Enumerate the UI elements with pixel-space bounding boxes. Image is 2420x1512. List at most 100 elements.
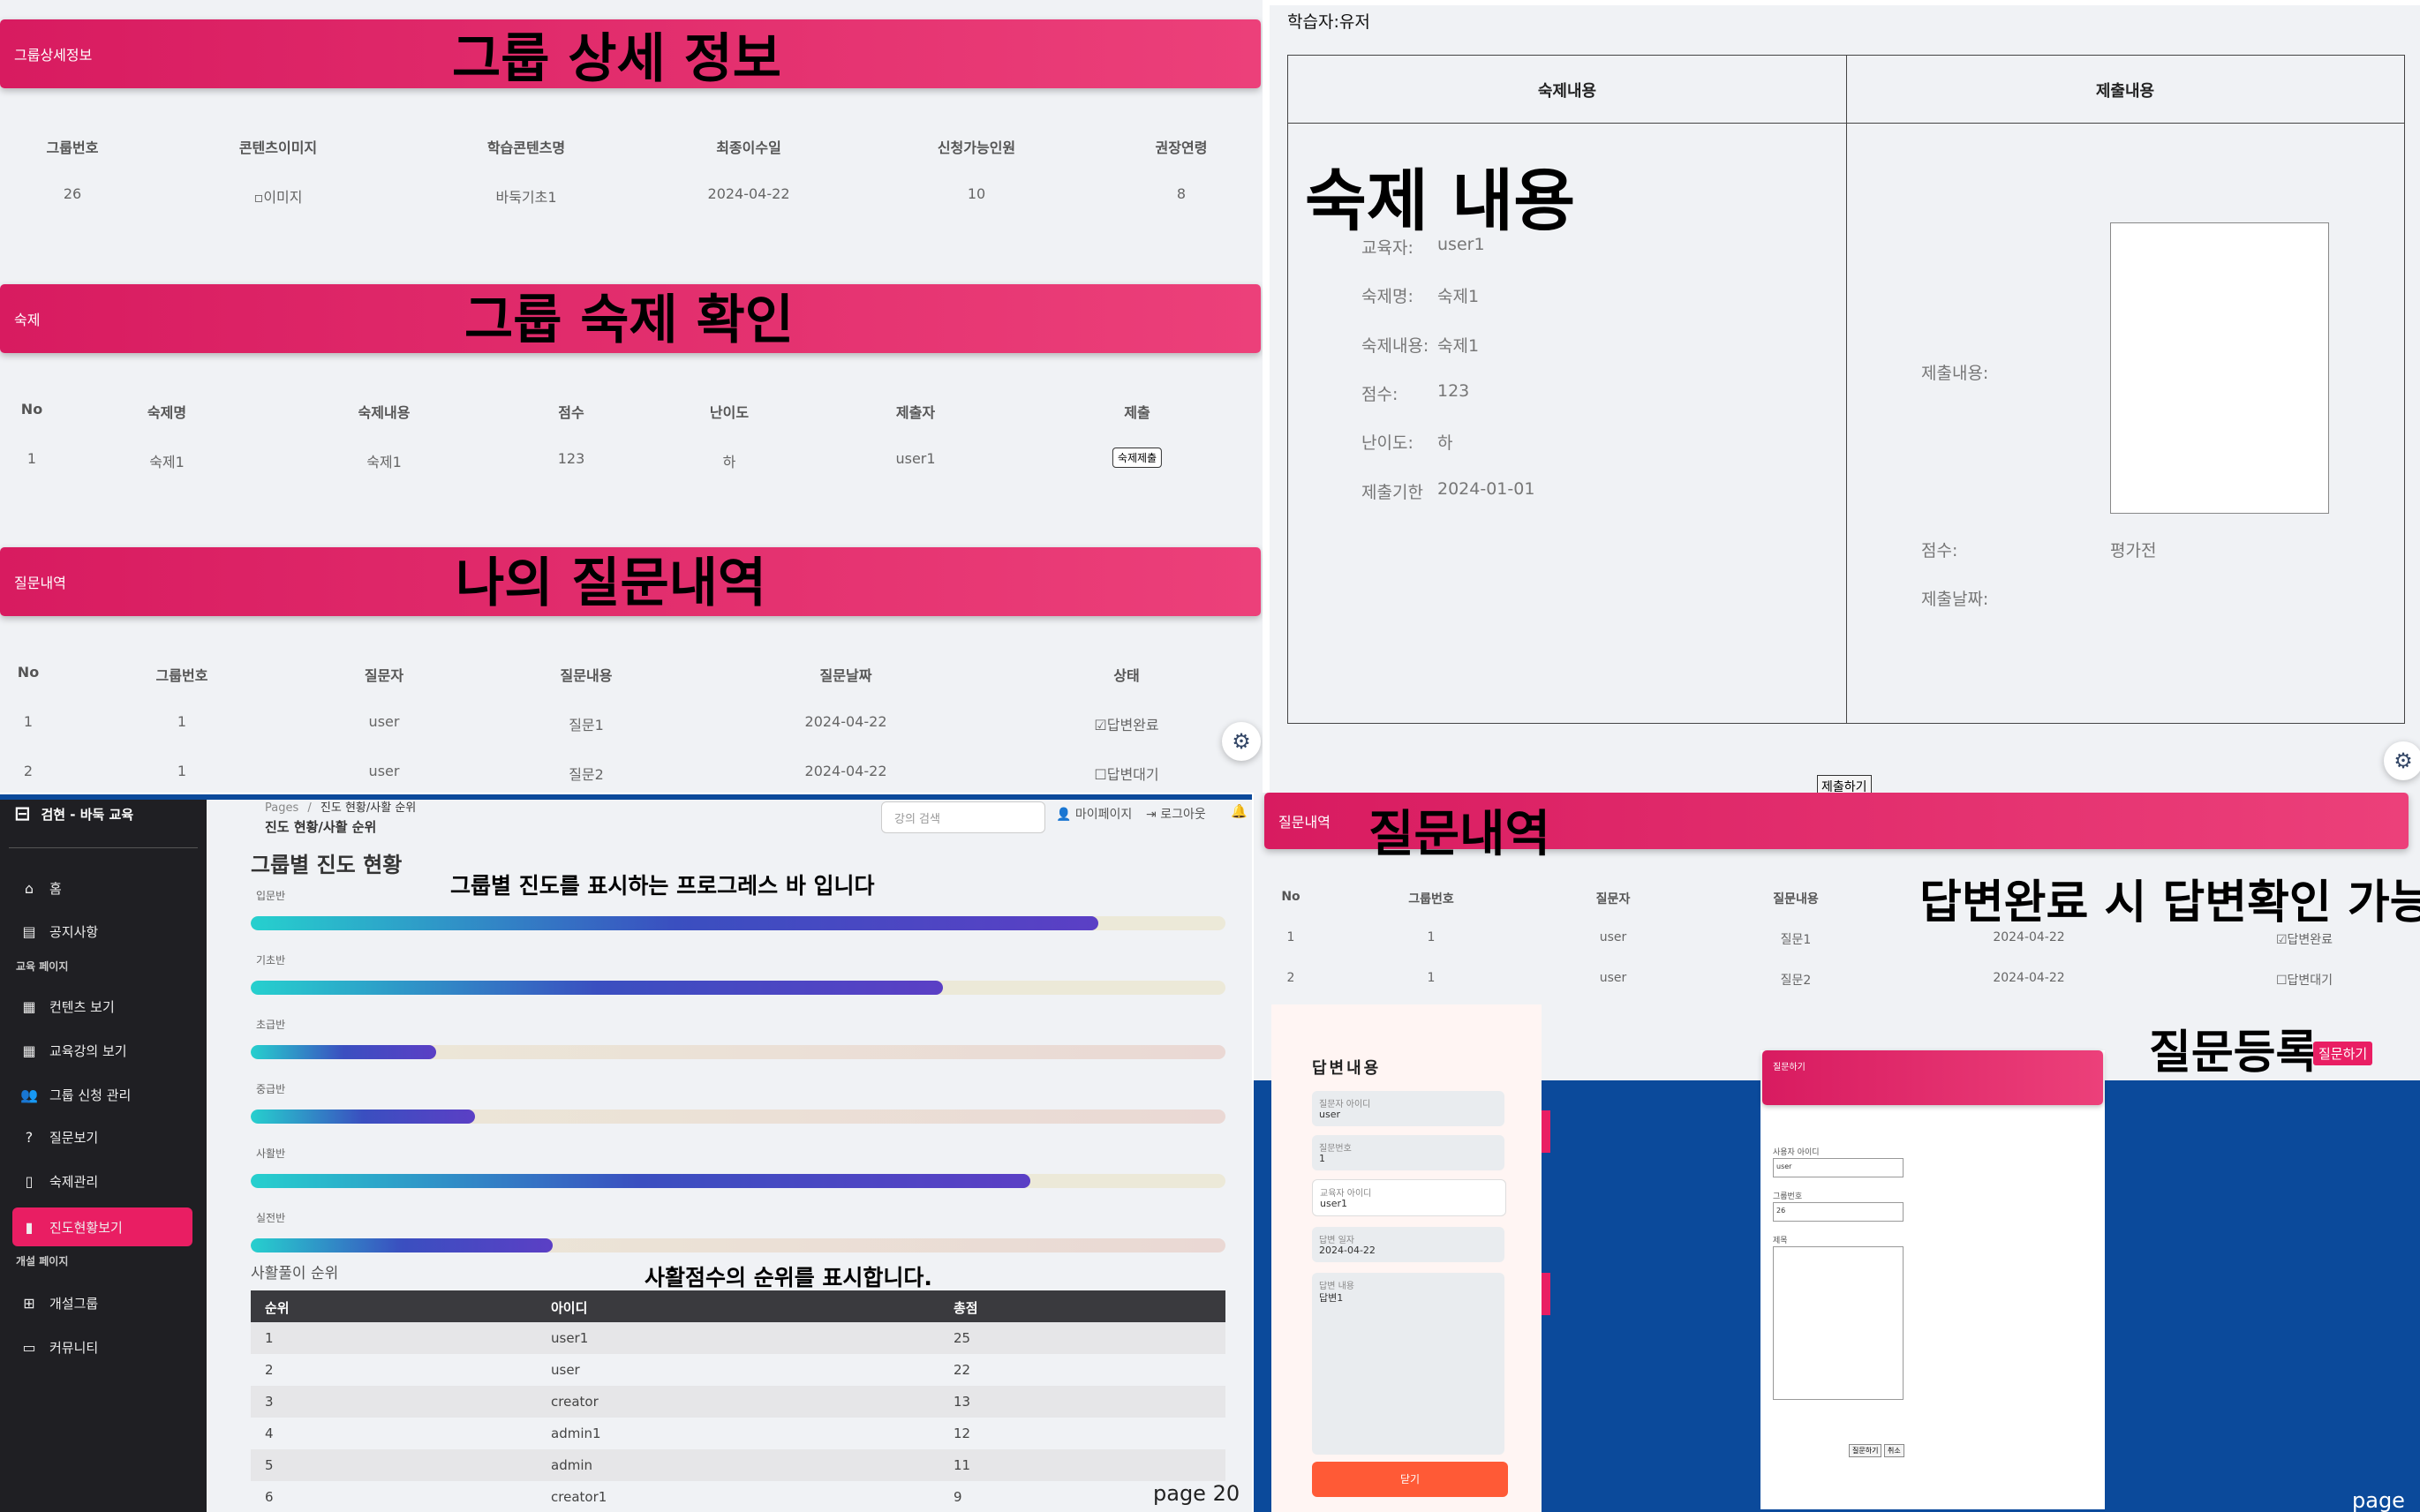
status-cell[interactable]: ☐답변대기 [1094,763,1158,784]
home-icon: ⌂ [24,879,34,897]
table-header: 그룹번호 [155,667,208,684]
answer-field-content: 답변 내용 답변1 [1312,1273,1504,1455]
progress-bar-track [251,1238,1225,1252]
field-label: 숙제내용: [1361,336,1429,356]
checkbox-icon[interactable]: ☑ [1094,717,1106,733]
table-header: 그룹번호 [1408,892,1454,906]
table-cell: creator [551,1394,599,1410]
submit-question-button[interactable]: 질문하기 [1849,1444,1882,1457]
table-cell: creator1 [551,1489,607,1505]
sidebar-item-label: 질문보기 [49,1129,99,1146]
table-header: 권장연령 [1155,139,1208,156]
checkbox-icon[interactable]: ☑ [2276,933,2288,947]
submit-homework-button[interactable]: 숙제제출 [1112,448,1163,468]
progress-bar-track [251,1045,1225,1059]
group-no-input[interactable]: 26 [1773,1202,1904,1222]
table-cell: 1 [1427,971,1436,985]
sidebar-item-label: 교육강의 보기 [49,1042,127,1059]
logout-label: 로그아웃 [1160,808,1206,822]
table-row: 4 admin1 12 [251,1418,1225,1449]
answer-field-teacher: 교육자 아이디 user1 [1312,1179,1506,1216]
field-label: 교육자 아이디 [1320,1189,1372,1199]
pink-tab-left [1542,1110,1550,1153]
field-label: 답변 일자 [1319,1236,1354,1245]
sidebar-item[interactable]: ? 질문보기 [12,1117,192,1156]
close-button[interactable]: 닫기 [1312,1462,1508,1497]
sidebar-item[interactable]: ▯ 숙제관리 [12,1162,192,1200]
sidebar-item[interactable]: ⌂ 홈 [12,869,192,907]
sidebar-item[interactable]: ⊞ 개설그룹 [12,1283,192,1322]
settings-gear-icon[interactable]: ⚙ [2384,741,2420,780]
table-cell[interactable]: 질문2 [569,763,604,784]
table-cell: user1 [551,1330,589,1346]
table-cell: user [368,713,400,730]
progress-bar-label: 실전반 [256,1212,286,1224]
checkbox-icon[interactable]: ☐ [1094,766,1106,783]
table-header: 제출 [1124,404,1150,421]
checkbox-icon[interactable]: ☐ [2276,974,2288,988]
progress-bar-fill [251,1110,475,1124]
table-cell: 2 [265,1362,274,1378]
bell-icon[interactable]: 🔔 [1231,803,1248,819]
table-cell[interactable]: 질문1 [569,713,604,734]
sidebar-item-label: 컨텐츠 보기 [49,998,115,1015]
table-row: 5 admin 11 [251,1449,1225,1481]
sidebar-item[interactable]: ▦ 컨텐츠 보기 [12,987,192,1026]
table-cell: user [1599,971,1627,985]
table-cell: 10 [967,185,986,202]
ask-question-button[interactable]: 질문하기 [2313,1042,2373,1065]
table-cell[interactable]: 질문1 [1781,930,1812,948]
breadcrumb-root[interactable]: Pages [265,801,298,815]
table-header: 학습콘텐츠명 [486,139,566,156]
table-cell: 1 [177,713,187,730]
sidebar-item[interactable]: ▮ 진도현황보기 [12,1207,192,1246]
user-id-input[interactable]: user [1773,1158,1904,1177]
submission-label: 제출내용: [1921,364,1989,383]
status-cell[interactable]: ☑답변완료 [2276,930,2333,948]
status-cell[interactable]: ☑답변완료 [1094,713,1158,734]
table-cell: 숙제1 [366,454,402,470]
submission-textarea[interactable] [2110,222,2329,514]
table-cell: 1 [26,450,37,467]
user-id-label: 사용자 아이디 [1773,1148,1820,1157]
search-input[interactable]: 강의 검색 [881,801,1045,833]
table-header: No [1281,890,1300,904]
sidebar-item[interactable]: ▤ 공지사항 [12,912,192,951]
table-cell: 2024-04-22 [707,185,790,202]
sidebar-item[interactable]: ▦ 교육강의 보기 [12,1031,192,1070]
panel-homework-detail: 학습자:유저 숙제내용 제출내용 숙제 내용 교육자: user1 숙제명: 숙… [1270,5,2420,793]
table-row: 3 creator 13 [251,1386,1225,1418]
sidebar-item-label: 진도현황보기 [49,1219,123,1236]
sidebar-item[interactable]: ▭ 커뮤니티 [12,1328,192,1366]
page-title: 진도 현황/사활 순위 [265,819,377,835]
sidebar-item-label: 숙제관리 [49,1173,99,1190]
table-header: 난이도 [709,404,750,421]
table-cell: user [368,763,400,779]
table-header: 최종이수일 [716,139,781,156]
calendar-icon: ▦ [22,1042,36,1059]
field-label: 제출기한 [1361,483,1423,502]
submit-homework-button[interactable]: 제출하기 [1817,775,1872,793]
field-label: 답변 내용 [1319,1282,1354,1291]
settings-gear-icon[interactable]: ⚙ [1222,722,1261,761]
group-no-value: 26 [1776,1207,1786,1215]
brand[interactable]: ⊟ 검현 - 바둑 교육 [14,803,133,825]
logout-link[interactable]: ⇥ 로그아웃 [1146,805,1206,823]
subject-textarea[interactable] [1773,1246,1904,1400]
sidebar-section-label: 개설 페이지 [16,1255,69,1268]
question-register-modal: 질문하기 사용자 아이디 user 그룹번호 26 제목 질문하기 취소 [1760,1050,2105,1509]
sidebar-item[interactable]: 👥 그룹 신청 관리 [12,1075,192,1114]
panel-progress: ⊟ 검현 - 바둑 교육 ⌂ 홈 ▤ 공지사항 교육 페이지 ▦ 컨텐츠 보기 ▦ 교육강의 보… [0,794,1252,1512]
table-cell[interactable]: 질문2 [1781,971,1812,989]
progress-caption: 그룹별 진도를 표시하는 프로그레스 바 입니다 [450,873,875,899]
panel-group-detail: 그룹상세정보 그룹 상세 정보 그룹번호 콘텐츠이미지 학습콘텐츠명 최종이수일… [0,0,1263,793]
pink-tab-left [1542,1273,1550,1315]
field-label: 질문번호 [1319,1144,1352,1154]
cancel-button[interactable]: 취소 [1884,1444,1904,1457]
mypage-link[interactable]: 👤 마이페이지 [1056,805,1132,823]
my-questions-title: 질문내역 [14,575,66,591]
ranking-title: 사활풀이 순위 [251,1265,339,1283]
status-cell[interactable]: ☐답변대기 [2276,971,2333,989]
progress-bar-fill [251,981,943,995]
table-header: 그룹번호 [46,139,99,156]
